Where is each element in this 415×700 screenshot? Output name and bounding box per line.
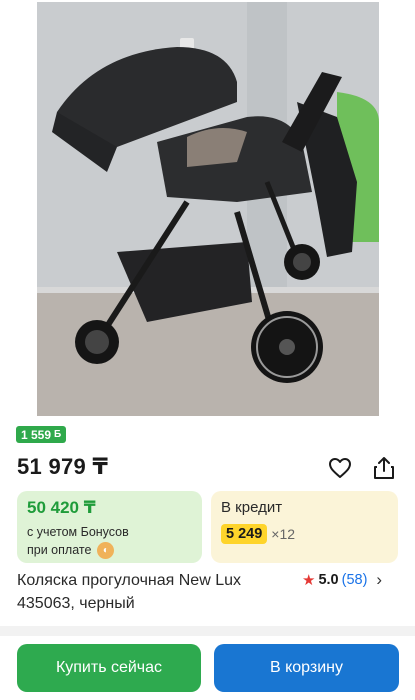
favorite-button[interactable]	[327, 455, 353, 481]
credit-months: ×12	[271, 526, 296, 542]
bonus-symbol-icon: Б	[54, 429, 62, 440]
product-title-line2: 435063, черный	[17, 595, 135, 612]
product-title: Коляска прогулочная New Lux 435063, черн…	[17, 569, 287, 615]
heart-icon	[329, 458, 351, 478]
product-rating[interactable]: ★ 5.0 (58) ›	[302, 570, 382, 590]
bonus-coin-icon: ◐	[97, 542, 115, 559]
star-icon: ★	[302, 572, 316, 589]
buy-now-button[interactable]: Купить сейчас	[17, 644, 201, 692]
bonus-note: с учетом Бонусов	[27, 525, 129, 539]
product-price: 51 979 ₸	[17, 454, 109, 479]
credit-card[interactable]: В кредит 5 249 ×12	[211, 491, 398, 563]
rating-value: 5.0	[318, 572, 339, 588]
bonus-price-card[interactable]: 50 420 ₸ с учетом Бонусов при оплате ◐	[17, 491, 202, 563]
rating-count: (58)	[341, 572, 368, 588]
credit-amount: 5 249	[221, 524, 268, 544]
product-image-area[interactable]	[0, 0, 415, 418]
bonus-badge: 1 559 Б	[16, 426, 67, 443]
credit-title: В кредит	[221, 499, 283, 516]
chevron-right-icon: ›	[376, 570, 383, 589]
section-divider	[0, 626, 415, 636]
add-to-cart-button[interactable]: В корзину	[214, 644, 399, 692]
stroller-image	[37, 2, 379, 416]
product-title-line1: Коляска прогулочная New Lux	[17, 572, 241, 589]
share-icon	[374, 457, 394, 479]
bonus-badge-value: 1 559	[21, 427, 52, 442]
bonus-price: 50 420 ₸	[27, 498, 96, 517]
bonus-note-payment: при оплате	[27, 543, 92, 557]
product-photo[interactable]	[37, 2, 379, 416]
share-button[interactable]	[371, 455, 397, 481]
